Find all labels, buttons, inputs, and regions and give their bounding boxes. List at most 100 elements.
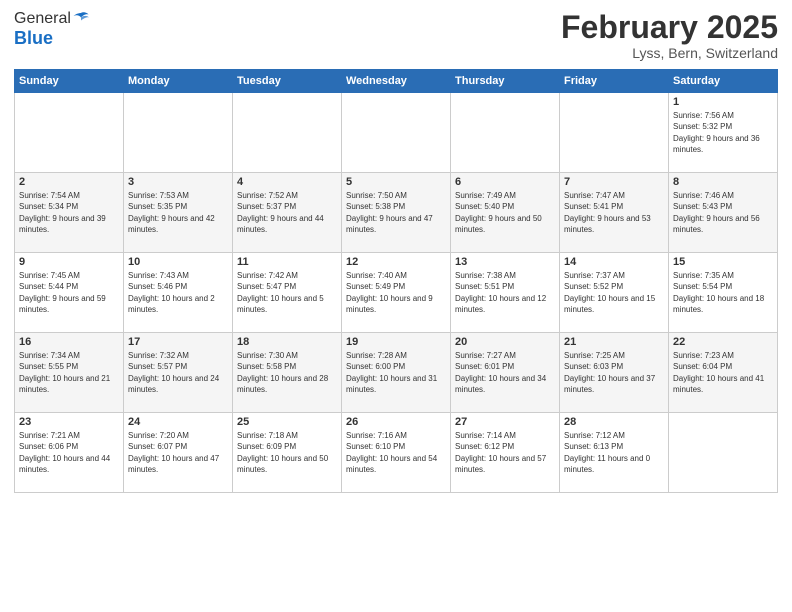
day-number: 19 xyxy=(346,336,446,348)
day-number: 6 xyxy=(455,176,555,188)
day-cell: 6 Sunrise: 7:49 AM Sunset: 5:40 PM Daylig… xyxy=(451,173,560,253)
day-cell xyxy=(342,93,451,173)
day-cell: 10Sunrise: 7:43 AM Sunset: 5:46 PM Dayli… xyxy=(124,253,233,333)
day-number: 4 xyxy=(237,176,337,188)
day-number: 18 xyxy=(237,336,337,348)
day-cell: 19 Sunrise: 7:28 AM Sunset: 6:00 PM Dayli… xyxy=(342,333,451,413)
location: Lyss, Bern, Switzerland xyxy=(561,45,778,61)
weekday-header-tuesday: Tuesday xyxy=(233,70,342,93)
day-cell: 9Sunrise: 7:45 AM Sunset: 5:44 PM Daylig… xyxy=(15,253,124,333)
day-info: Sunrise: 7:47 AM Sunset: 5:41 PM Dayligh… xyxy=(564,190,664,235)
day-info: Sunrise: 7:14 AM Sunset: 6:12 PM Dayligh… xyxy=(455,430,555,475)
day-cell xyxy=(560,93,669,173)
day-cell: 8Sunrise: 7:46 AM Sunset: 5:43 PM Daylig… xyxy=(669,173,778,253)
day-info: Sunrise: 7:25 AM Sunset: 6:03 PM Dayligh… xyxy=(564,350,664,395)
day-number: 8 xyxy=(673,176,773,188)
day-number: 5 xyxy=(346,176,446,188)
day-cell: 12 Sunrise: 7:40 AM Sunset: 5:49 PM Dayli… xyxy=(342,253,451,333)
logo-bird-icon xyxy=(72,10,90,28)
day-number: 20 xyxy=(455,336,555,348)
week-row-4: 16 Sunrise: 7:34 AM Sunset: 5:55 PM Dayli… xyxy=(15,333,778,413)
weekday-header-friday: Friday xyxy=(560,70,669,93)
day-number: 26 xyxy=(346,416,446,428)
day-info: Sunrise: 7:49 AM Sunset: 5:40 PM Dayligh… xyxy=(455,190,555,235)
day-info: Sunrise: 7:54 AM Sunset: 5:34 PM Dayligh… xyxy=(19,190,119,235)
day-cell: 13Sunrise: 7:38 AM Sunset: 5:51 PM Dayli… xyxy=(451,253,560,333)
day-info: Sunrise: 7:32 AM Sunset: 5:57 PM Dayligh… xyxy=(128,350,228,395)
day-cell xyxy=(15,93,124,173)
day-cell xyxy=(233,93,342,173)
day-number: 21 xyxy=(564,336,664,348)
day-cell: 11 Sunrise: 7:42 AM Sunset: 5:47 PM Dayli… xyxy=(233,253,342,333)
day-cell: 4 Sunrise: 7:52 AM Sunset: 5:37 PM Daylig… xyxy=(233,173,342,253)
day-info: Sunrise: 7:27 AM Sunset: 6:01 PM Dayligh… xyxy=(455,350,555,395)
day-number: 28 xyxy=(564,416,664,428)
day-number: 12 xyxy=(346,256,446,268)
day-cell: 27 Sunrise: 7:14 AM Sunset: 6:12 PM Dayli… xyxy=(451,413,560,493)
day-cell: 28Sunrise: 7:12 AM Sunset: 6:13 PM Dayli… xyxy=(560,413,669,493)
day-cell: 16 Sunrise: 7:34 AM Sunset: 5:55 PM Dayli… xyxy=(15,333,124,413)
day-number: 13 xyxy=(455,256,555,268)
day-info: Sunrise: 7:18 AM Sunset: 6:09 PM Dayligh… xyxy=(237,430,337,475)
day-cell: 2 Sunrise: 7:54 AM Sunset: 5:34 PM Daylig… xyxy=(15,173,124,253)
day-info: Sunrise: 7:16 AM Sunset: 6:10 PM Dayligh… xyxy=(346,430,446,475)
week-row-1: 1Sunrise: 7:56 AM Sunset: 5:32 PM Daylig… xyxy=(15,93,778,173)
page-container: General Blue February 2025 Lyss, Bern, S… xyxy=(0,0,792,501)
header: General Blue February 2025 Lyss, Bern, S… xyxy=(14,10,778,61)
week-row-2: 2 Sunrise: 7:54 AM Sunset: 5:34 PM Daylig… xyxy=(15,173,778,253)
day-cell: 15Sunrise: 7:35 AM Sunset: 5:54 PM Dayli… xyxy=(669,253,778,333)
day-info: Sunrise: 7:56 AM Sunset: 5:32 PM Dayligh… xyxy=(673,110,773,155)
month-title: February 2025 xyxy=(561,10,778,45)
day-info: Sunrise: 7:20 AM Sunset: 6:07 PM Dayligh… xyxy=(128,430,228,475)
day-cell: 23 Sunrise: 7:21 AM Sunset: 6:06 PM Dayli… xyxy=(15,413,124,493)
day-cell xyxy=(669,413,778,493)
day-cell: 18 Sunrise: 7:30 AM Sunset: 5:58 PM Dayli… xyxy=(233,333,342,413)
day-info: Sunrise: 7:52 AM Sunset: 5:37 PM Dayligh… xyxy=(237,190,337,235)
day-number: 14 xyxy=(564,256,664,268)
day-cell: 7 Sunrise: 7:47 AM Sunset: 5:41 PM Daylig… xyxy=(560,173,669,253)
day-info: Sunrise: 7:34 AM Sunset: 5:55 PM Dayligh… xyxy=(19,350,119,395)
logo-general-text: General xyxy=(14,10,71,28)
day-info: Sunrise: 7:42 AM Sunset: 5:47 PM Dayligh… xyxy=(237,270,337,315)
logo-blue-text: Blue xyxy=(14,28,90,49)
day-cell: 25 Sunrise: 7:18 AM Sunset: 6:09 PM Dayli… xyxy=(233,413,342,493)
day-info: Sunrise: 7:53 AM Sunset: 5:35 PM Dayligh… xyxy=(128,190,228,235)
week-row-5: 23 Sunrise: 7:21 AM Sunset: 6:06 PM Dayli… xyxy=(15,413,778,493)
day-number: 11 xyxy=(237,256,337,268)
calendar-table: SundayMondayTuesdayWednesdayThursdayFrid… xyxy=(14,69,778,493)
day-cell: 14 Sunrise: 7:37 AM Sunset: 5:52 PM Dayli… xyxy=(560,253,669,333)
day-cell: 17 Sunrise: 7:32 AM Sunset: 5:57 PM Dayli… xyxy=(124,333,233,413)
title-block: February 2025 Lyss, Bern, Switzerland xyxy=(561,10,778,61)
day-info: Sunrise: 7:37 AM Sunset: 5:52 PM Dayligh… xyxy=(564,270,664,315)
day-info: Sunrise: 7:40 AM Sunset: 5:49 PM Dayligh… xyxy=(346,270,446,315)
weekday-header-saturday: Saturday xyxy=(669,70,778,93)
day-number: 23 xyxy=(19,416,119,428)
day-info: Sunrise: 7:35 AM Sunset: 5:54 PM Dayligh… xyxy=(673,270,773,315)
day-info: Sunrise: 7:30 AM Sunset: 5:58 PM Dayligh… xyxy=(237,350,337,395)
weekday-header-monday: Monday xyxy=(124,70,233,93)
logo: General Blue xyxy=(14,10,90,49)
day-info: Sunrise: 7:50 AM Sunset: 5:38 PM Dayligh… xyxy=(346,190,446,235)
day-number: 22 xyxy=(673,336,773,348)
day-number: 24 xyxy=(128,416,228,428)
day-cell: 26 Sunrise: 7:16 AM Sunset: 6:10 PM Dayli… xyxy=(342,413,451,493)
day-number: 2 xyxy=(19,176,119,188)
day-number: 10 xyxy=(128,256,228,268)
weekday-header-row: SundayMondayTuesdayWednesdayThursdayFrid… xyxy=(15,70,778,93)
day-cell xyxy=(451,93,560,173)
day-number: 7 xyxy=(564,176,664,188)
day-info: Sunrise: 7:28 AM Sunset: 6:00 PM Dayligh… xyxy=(346,350,446,395)
day-cell: 22Sunrise: 7:23 AM Sunset: 6:04 PM Dayli… xyxy=(669,333,778,413)
day-number: 16 xyxy=(19,336,119,348)
day-number: 25 xyxy=(237,416,337,428)
day-cell: 5 Sunrise: 7:50 AM Sunset: 5:38 PM Daylig… xyxy=(342,173,451,253)
day-number: 27 xyxy=(455,416,555,428)
day-number: 17 xyxy=(128,336,228,348)
weekday-header-wednesday: Wednesday xyxy=(342,70,451,93)
day-cell: 24 Sunrise: 7:20 AM Sunset: 6:07 PM Dayli… xyxy=(124,413,233,493)
day-cell: 1Sunrise: 7:56 AM Sunset: 5:32 PM Daylig… xyxy=(669,93,778,173)
day-number: 9 xyxy=(19,256,119,268)
weekday-header-thursday: Thursday xyxy=(451,70,560,93)
day-info: Sunrise: 7:21 AM Sunset: 6:06 PM Dayligh… xyxy=(19,430,119,475)
weekday-header-sunday: Sunday xyxy=(15,70,124,93)
